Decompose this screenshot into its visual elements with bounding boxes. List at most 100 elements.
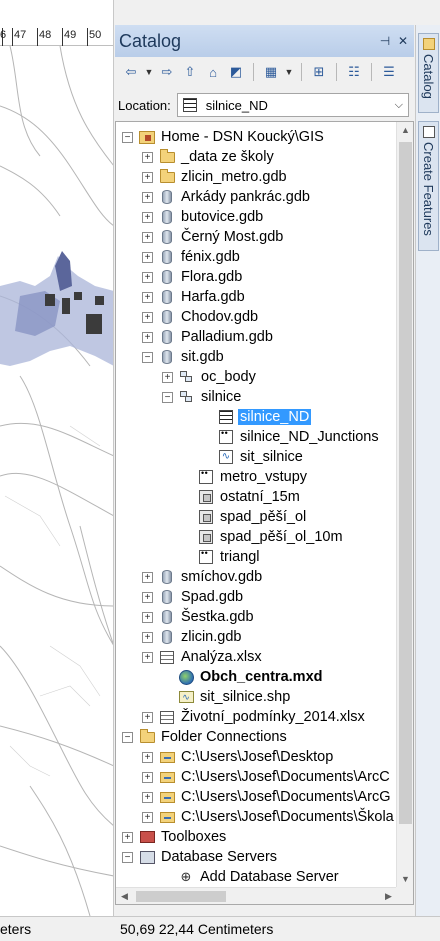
tree-node[interactable]: ostatní_15m <box>198 487 302 507</box>
tree-node[interactable]: ⊕ Add Database Server <box>178 867 341 887</box>
dropdown-arrow-icon[interactable]: ▼ <box>284 62 294 82</box>
tree-node[interactable]: spad_pěší_ol_10m <box>198 527 345 547</box>
expand-icon[interactable]: + <box>142 251 153 263</box>
tree-node[interactable]: − Database Servers <box>122 847 279 867</box>
tree-node[interactable]: + Flora.gdb <box>142 267 244 287</box>
pin-icon[interactable]: ⊣ <box>378 34 392 48</box>
tree-node[interactable]: ∿ sit_silnice <box>218 447 305 467</box>
tree-node[interactable]: + Spad.gdb <box>142 587 245 607</box>
tree-node[interactable]: + C:\Users\Josef\Documents\ArcG <box>142 787 393 807</box>
expand-icon[interactable]: + <box>142 311 153 323</box>
collapse-icon[interactable]: − <box>122 851 133 863</box>
expand-icon[interactable]: + <box>142 611 153 623</box>
tree-node[interactable]: + Černý Most.gdb <box>142 227 285 247</box>
vertical-scrollbar[interactable]: ▲ ▼ <box>396 122 413 888</box>
expand-icon[interactable]: + <box>142 271 153 283</box>
disconnect-folder-icon[interactable]: ◩ <box>226 62 246 82</box>
expand-icon[interactable]: + <box>142 651 153 663</box>
tree-node[interactable]: + Harfa.gdb <box>142 287 247 307</box>
new-folder-icon[interactable]: ⊞ <box>309 62 329 82</box>
expand-icon[interactable]: + <box>142 791 153 803</box>
tree-node[interactable]: ∿ sit_silnice.shp <box>178 687 292 707</box>
scroll-left-icon[interactable]: ◀ <box>116 888 133 904</box>
expand-icon[interactable]: + <box>142 631 153 643</box>
tree-node[interactable]: + zlicin.gdb <box>142 627 243 647</box>
horizontal-scroll-thumb[interactable] <box>136 891 226 902</box>
tree-node[interactable]: + Chodov.gdb <box>142 307 260 327</box>
tree-node-label: spad_pěší_ol_10m <box>220 529 343 545</box>
tree-node[interactable]: + oc_body <box>162 367 258 387</box>
close-icon[interactable]: ✕ <box>396 34 410 48</box>
tree-node[interactable]: triangl <box>198 547 262 567</box>
expand-icon[interactable]: + <box>142 771 153 783</box>
vertical-scroll-thumb[interactable] <box>399 142 412 824</box>
tree-node[interactable]: + fénix.gdb <box>142 247 242 267</box>
expand-icon[interactable]: + <box>142 231 153 243</box>
folder-icon <box>139 728 155 745</box>
dropdown-arrow-icon[interactable]: ▼ <box>144 62 154 82</box>
expand-icon[interactable]: + <box>122 831 133 843</box>
expand-icon[interactable]: + <box>162 371 173 383</box>
expand-icon[interactable]: + <box>142 291 153 303</box>
expand-icon[interactable]: + <box>142 571 153 583</box>
options-icon[interactable]: ☰ <box>379 62 399 82</box>
tree-node[interactable]: + Palladium.gdb <box>142 327 275 347</box>
tree-node[interactable]: + Arkády pankrác.gdb <box>142 187 312 207</box>
tree-node[interactable]: metro_vstupy <box>198 467 309 487</box>
tree-node[interactable]: + zlicin_metro.gdb <box>142 167 289 187</box>
expand-icon[interactable]: + <box>142 811 153 823</box>
forward-arrow-icon[interactable]: ⇨ <box>157 62 177 82</box>
toggle-contents-icon[interactable]: ☷ <box>344 62 364 82</box>
views-icon[interactable]: ▦ <box>261 62 281 82</box>
up-one-level-icon[interactable]: ⇧ <box>180 62 200 82</box>
tree-node[interactable]: + C:\Users\Josef\Documents\Škola <box>142 807 396 827</box>
tree-node[interactable]: + smíchov.gdb <box>142 567 264 587</box>
tree-node-label: Add Database Server <box>200 869 339 885</box>
tab-catalog[interactable]: Catalog <box>418 33 439 113</box>
expand-icon[interactable]: + <box>142 591 153 603</box>
tree-node[interactable]: + _data ze školy <box>142 147 276 167</box>
collapse-icon[interactable]: − <box>122 731 133 743</box>
location-combobox[interactable]: silnice_ND ⌵ <box>176 93 409 117</box>
tree-node[interactable]: + Analýza.xlsx <box>142 647 264 667</box>
scroll-up-icon[interactable]: ▲ <box>397 122 413 139</box>
tree-node[interactable]: + Šestka.gdb <box>142 607 256 627</box>
expand-icon[interactable]: + <box>142 211 153 223</box>
tree-node[interactable]: + C:\Users\Josef\Desktop <box>142 747 335 767</box>
ruler-label: 48 <box>39 29 52 41</box>
tree-node[interactable]: silnice_ND_Junctions <box>218 427 381 447</box>
expand-icon[interactable]: + <box>142 191 153 203</box>
scroll-down-icon[interactable]: ▼ <box>397 871 413 888</box>
chevron-down-icon[interactable]: ⌵ <box>390 99 408 112</box>
expand-icon[interactable]: + <box>142 751 153 763</box>
collapse-icon[interactable]: − <box>162 391 173 403</box>
tree-node[interactable]: Obch_centra.mxd <box>178 667 325 687</box>
tree-node[interactable]: − silnice <box>162 387 243 407</box>
tree-node[interactable]: + C:\Users\Josef\Documents\ArcC <box>142 767 392 787</box>
tree-node[interactable]: − Folder Connections <box>122 727 289 747</box>
expand-icon[interactable]: + <box>142 171 153 183</box>
collapse-icon[interactable]: − <box>142 351 153 363</box>
tree-node[interactable]: + Toolboxes <box>122 827 228 847</box>
tree-node-label: Home - DSN Koucký\GIS <box>161 129 324 145</box>
point-feature-class-icon <box>218 428 234 445</box>
tree-node[interactable]: − sit.gdb <box>142 347 226 367</box>
tree-node[interactable]: + Životní_podmínky_2014.xlsx <box>142 707 367 727</box>
back-arrow-icon[interactable]: ⇦ <box>121 62 141 82</box>
map-view[interactable]: 6 47 48 49 50 <box>0 0 114 916</box>
tree-node[interactable]: spad_pěší_ol <box>198 507 308 527</box>
tree-node-label: Černý Most.gdb <box>181 229 284 245</box>
geodatabase-icon <box>159 229 175 245</box>
tree-node[interactable]: − Home - DSN Koucký\GIS <box>122 127 326 147</box>
scroll-right-icon[interactable]: ▶ <box>380 888 397 904</box>
tab-create-features[interactable]: Create Features <box>418 121 439 251</box>
horizontal-scrollbar[interactable]: ◀ ▶ <box>116 887 397 904</box>
expand-icon[interactable]: + <box>142 711 153 723</box>
tree-node[interactable]: silnice_ND <box>218 407 312 427</box>
catalog-tree[interactable]: − Home - DSN Koucký\GIS + _data ze školy + zl… <box>115 121 414 905</box>
collapse-icon[interactable]: − <box>122 131 133 143</box>
tree-node[interactable]: + butovice.gdb <box>142 207 265 227</box>
expand-icon[interactable]: + <box>142 151 153 163</box>
home-icon[interactable]: ⌂ <box>203 62 223 82</box>
expand-icon[interactable]: + <box>142 331 153 343</box>
